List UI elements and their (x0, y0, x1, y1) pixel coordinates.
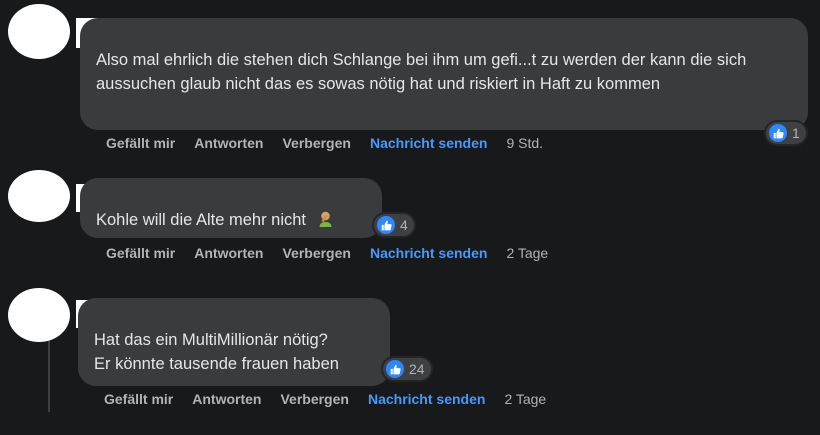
thumbs-up-icon (769, 124, 787, 142)
reaction-badge[interactable]: 1 (766, 122, 806, 144)
reaction-count: 24 (409, 361, 425, 377)
hide-button[interactable]: Verbergen (280, 391, 348, 407)
like-button[interactable]: Gefällt mir (104, 391, 173, 407)
reaction-badge[interactable]: 4 (374, 214, 414, 236)
like-button[interactable]: Gefällt mir (106, 135, 175, 151)
comment-text-line-2: Er könnte tausende frauen haben (94, 355, 339, 373)
comment-text: Kohle will die Alte mehr nicht (96, 211, 307, 229)
comment-actions: Gefällt mir Antworten Verbergen Nachrich… (106, 135, 562, 151)
hide-button[interactable]: Verbergen (282, 245, 350, 261)
comment-text: Also mal ehrlich die stehen dich Schlang… (96, 51, 747, 93)
timestamp[interactable]: 9 Std. (506, 135, 543, 151)
avatar[interactable] (8, 170, 70, 222)
send-message-button[interactable]: Nachricht senden (370, 245, 487, 261)
reaction-count: 4 (400, 217, 408, 233)
comment-text-line-1: Hat das ein MultiMillionär nötig? (94, 331, 328, 349)
reaction-badge[interactable]: 24 (383, 358, 431, 380)
reaction-count: 1 (792, 125, 800, 141)
comment-bubble: Hat das ein MultiMillionär nötig? Er kön… (78, 298, 390, 386)
facepalm-emoji (317, 210, 334, 234)
avatar[interactable] (8, 288, 70, 342)
thumbs-up-icon (377, 216, 395, 234)
comment-bubble: Kohle will die Alte mehr nicht (80, 178, 382, 238)
comment-actions: Gefällt mir Antworten Verbergen Nachrich… (106, 245, 567, 261)
reply-button[interactable]: Antworten (192, 391, 261, 407)
thread-line (48, 330, 50, 412)
timestamp[interactable]: 2 Tage (504, 391, 546, 407)
avatar[interactable] (8, 4, 70, 59)
hide-button[interactable]: Verbergen (282, 135, 350, 151)
timestamp[interactable]: 2 Tage (506, 245, 548, 261)
comment-bubble: Also mal ehrlich die stehen dich Schlang… (80, 18, 808, 130)
comment-actions: Gefällt mir Antworten Verbergen Nachrich… (104, 391, 565, 407)
like-button[interactable]: Gefällt mir (106, 245, 175, 261)
send-message-button[interactable]: Nachricht senden (368, 391, 485, 407)
thumbs-up-icon (386, 360, 404, 378)
send-message-button[interactable]: Nachricht senden (370, 135, 487, 151)
reply-button[interactable]: Antworten (194, 245, 263, 261)
reply-button[interactable]: Antworten (194, 135, 263, 151)
